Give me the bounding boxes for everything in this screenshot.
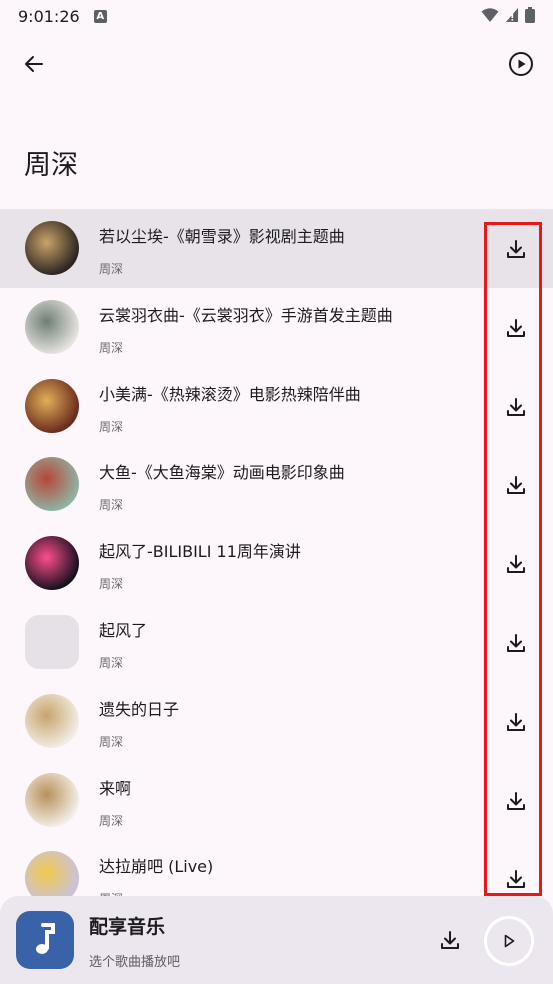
player-play-button[interactable]	[484, 916, 534, 966]
album-cover	[25, 536, 79, 591]
song-artist: 周深	[99, 577, 124, 592]
song-row[interactable]: 大鱼-《大鱼海棠》动画电影印象曲 周深	[0, 445, 553, 524]
mini-player[interactable]: 配享音乐 选个歌曲播放吧	[0, 896, 553, 984]
song-title: 起风了-BILIBILI 11周年演讲	[99, 542, 301, 562]
download-icon	[507, 397, 525, 416]
download-icon	[507, 555, 525, 574]
song-row[interactable]: 云裳羽衣曲-《云裳羽衣》手游首发主题曲 周深	[0, 288, 553, 367]
download-button[interactable]	[500, 391, 532, 423]
status-icons	[481, 7, 535, 23]
download-button[interactable]	[500, 627, 532, 659]
download-button[interactable]	[500, 706, 532, 738]
song-artist: 周深	[99, 262, 124, 276]
download-icon	[441, 931, 459, 949]
download-icon	[507, 633, 525, 652]
play-circle-icon	[509, 52, 533, 76]
download-icon	[507, 712, 525, 731]
song-title: 若以尘埃-《朝雪录》影视剧主题曲	[99, 227, 345, 246]
song-row[interactable]: 起风了 周深	[0, 603, 553, 682]
song-title: 起风了	[99, 620, 148, 640]
song-artist: 周深	[99, 498, 124, 513]
download-icon	[507, 318, 525, 337]
album-cover	[25, 221, 79, 275]
download-icon	[507, 791, 525, 810]
album-cover	[25, 457, 79, 512]
song-row[interactable]: 遗失的日子 周深	[0, 682, 553, 761]
song-title: 遗失的日子	[99, 699, 180, 719]
download-button[interactable]	[500, 548, 532, 580]
play-all-button[interactable]	[505, 48, 537, 80]
download-button[interactable]	[500, 233, 532, 265]
signal-icon	[506, 8, 518, 22]
song-title: 来啊	[99, 778, 132, 798]
download-button[interactable]	[500, 785, 532, 817]
download-button[interactable]	[500, 312, 532, 344]
song-artist: 周深	[99, 813, 124, 828]
page-title: 周深	[24, 150, 78, 181]
song-title: 达拉崩吧 (Live)	[99, 857, 214, 877]
song-artist: 周深	[99, 655, 124, 670]
song-artist: 周深	[99, 734, 124, 749]
download-icon	[507, 870, 525, 889]
notification-icon: A	[93, 9, 107, 23]
player-subtitle: 选个歌曲播放吧	[89, 955, 181, 970]
album-cover	[25, 693, 79, 748]
song-title: 云裳羽衣曲-《云裳羽衣》手游首发主题曲	[99, 305, 393, 325]
song-artist: 周深	[99, 340, 124, 355]
download-icon	[507, 476, 525, 495]
song-list: 若以尘埃-《朝雪录》影视剧主题曲 周深 云裳羽衣曲-《云裳羽衣》手游首发主题曲 …	[0, 209, 553, 918]
album-cover	[25, 378, 79, 433]
album-cover-placeholder	[25, 614, 79, 669]
wifi-icon	[481, 8, 499, 22]
song-row[interactable]: 若以尘埃-《朝雪录》影视剧主题曲 周深	[0, 209, 553, 288]
battery-icon	[525, 7, 535, 23]
top-app-bar	[0, 40, 553, 88]
album-cover	[25, 772, 79, 827]
song-title: 小美满-《热辣滚烫》电影热辣陪伴曲	[99, 384, 361, 404]
download-button[interactable]	[500, 469, 532, 501]
back-button[interactable]	[18, 48, 50, 80]
song-row[interactable]: 来啊 周深	[0, 761, 553, 840]
player-artwork	[16, 911, 74, 969]
music-note-icon	[36, 923, 55, 954]
player-download-button[interactable]	[434, 924, 466, 956]
status-bar: 9:01:26 A	[0, 0, 553, 32]
song-artist: 周深	[99, 419, 124, 434]
status-time: 9:01:26	[18, 6, 80, 26]
song-title: 大鱼-《大鱼海棠》动画电影印象曲	[99, 463, 345, 483]
play-icon	[504, 934, 515, 948]
song-row[interactable]: 起风了-BILIBILI 11周年演讲 周深	[0, 524, 553, 603]
download-icon	[507, 240, 525, 258]
song-row[interactable]: 小美满-《热辣滚烫》电影热辣陪伴曲 周深	[0, 367, 553, 446]
album-cover	[25, 299, 79, 354]
player-title: 配享音乐	[89, 916, 166, 938]
download-button[interactable]	[500, 863, 532, 895]
arrow-back-icon	[25, 56, 43, 72]
